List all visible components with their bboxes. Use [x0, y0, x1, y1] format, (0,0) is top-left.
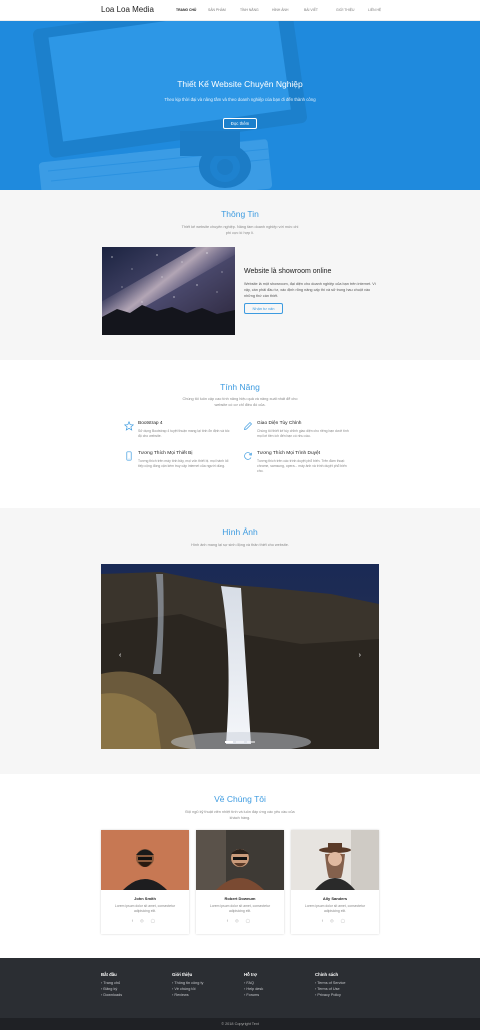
footer-link[interactable]: › Privacy Policy: [315, 992, 346, 998]
footer-column: Chính sách › Terms of Service › Terms of…: [315, 972, 346, 998]
social-icons[interactable]: f ◎ ◯: [291, 918, 379, 923]
waterfall-image: [101, 564, 379, 749]
feature-desc: Tương thích trên các trình duyệt phổ biế…: [257, 459, 347, 473]
footer-column: Giới thiệu › Thông tin công ty › Về chún…: [172, 972, 203, 998]
hero-background-image: [0, 21, 480, 190]
feature-desc: Chúng tôi thiết kế tùy chỉnh giao diện c…: [257, 429, 349, 438]
milky-way-image: [102, 247, 235, 335]
features-subtitle: Chúng tôi luôn cập cao tính năng hiệu qu…: [182, 397, 298, 407]
hero-title: Thiết Kế Website Chuyên Nghiệp: [177, 79, 303, 89]
member-photo: [101, 830, 189, 890]
footer-column-title: Bắt đầu: [101, 972, 117, 977]
member-desc: Lorem ipsum dolor sit amet, consectetur …: [304, 904, 366, 913]
footer-column-title: Giới thiệu: [172, 972, 193, 977]
nav-menu: Trang chủ Sản phẩm Tính năng Hình ảnh Bà…: [176, 8, 400, 12]
member-name: John Smith: [134, 896, 156, 901]
brand-logo[interactable]: Loa Loa Media: [101, 5, 154, 14]
footer-link[interactable]: › Reviews: [172, 992, 203, 998]
hero-subtitle: Theo kịp thời đại và nâng tầm và theo do…: [164, 97, 316, 102]
gallery-title: Hình Ảnh: [222, 527, 258, 537]
info-subtitle: Thiết kế website chuyên nghiệp. Nâng tầm…: [181, 225, 299, 235]
footer: Bắt đầu › Trang chủ › Đăng ký › Download…: [0, 958, 480, 1018]
mobile-icon: [126, 451, 132, 461]
footer-column-title: Chính sách: [315, 972, 339, 977]
member-name: Ally Sanders: [322, 896, 348, 901]
carousel-indicator[interactable]: [225, 741, 233, 743]
team-card: John Smith Lorem ipsum dolor sit amet, c…: [101, 830, 189, 934]
consult-button[interactable]: Nhận tư vấn: [244, 303, 283, 314]
team-card: Ally Sanders Lorem ipsum dolor sit amet,…: [291, 830, 379, 934]
features-title: Tính Năng: [220, 382, 260, 392]
info-heading: Website là showroom online: [244, 268, 332, 275]
footer-link[interactable]: › Downloads: [101, 992, 122, 998]
read-more-button[interactable]: Đọc thêm: [223, 118, 257, 129]
footer-link[interactable]: › Forums: [244, 992, 263, 998]
team-subtitle: Đội ngũ kỹ thuật viên nhiệt tình và luôn…: [185, 810, 295, 820]
nav-item-products[interactable]: Sản phẩm: [208, 8, 240, 12]
social-icons[interactable]: f ◎ ◯: [196, 918, 284, 923]
member-photo: [291, 830, 379, 890]
footer-column: Bắt đầu › Trang chủ › Đăng ký › Download…: [101, 972, 122, 998]
feature-title: Giao Diện Tùy Chỉnh: [257, 421, 302, 426]
carousel-indicator[interactable]: [236, 741, 244, 743]
navbar: Loa Loa Media Trang chủ Sản phẩm Tính nă…: [0, 0, 480, 21]
info-text: Website là một showroom, đại diện cho do…: [244, 282, 376, 298]
carousel-next-icon[interactable]: ›: [359, 652, 361, 659]
footer-column-title: Hỗ trợ: [244, 972, 258, 977]
team-title: Về Chúng Tôi: [214, 794, 266, 804]
footer-column: Hỗ trợ › FAQ › Help desk › Forums: [244, 972, 263, 998]
nav-item-gallery[interactable]: Hình ảnh: [272, 8, 304, 12]
carousel-indicator[interactable]: [247, 741, 255, 743]
copyright: © 2018 Copyright Text: [0, 1018, 480, 1030]
member-name: Robert Downum: [224, 896, 256, 901]
social-icons[interactable]: f ◎ ◯: [101, 918, 189, 923]
feature-title: Tương Thích Mọi Trình Duyệt: [257, 451, 321, 456]
star-icon: [124, 421, 134, 431]
member-photo: [196, 830, 284, 890]
feature-title: Tương Thích Mọi Thiết Bị: [138, 451, 193, 456]
gallery-subtitle: Hình ảnh mang lại sự sinh động và thân t…: [191, 543, 289, 547]
member-desc: Lorem ipsum dolor sit amet, consectetur …: [209, 904, 271, 913]
nav-item-about[interactable]: Giới thiệu: [336, 8, 368, 12]
feature-desc: Sử dụng Bootstrap 4 tuyệt thuận mang lại…: [138, 429, 230, 438]
pencil-icon: [244, 422, 252, 430]
hero-banner: Thiết Kế Website Chuyên Nghiệp Theo kịp …: [0, 21, 480, 190]
refresh-icon: [244, 452, 252, 460]
gallery-carousel[interactable]: ‹ ›: [101, 564, 379, 749]
info-title: Thông Tin: [221, 209, 259, 219]
feature-desc: Tương thích trên máy tính bảy, mọi vốn t…: [138, 459, 229, 468]
feature-title: Bootstrap 4: [138, 421, 163, 426]
carousel-indicators: [101, 741, 379, 743]
nav-item-features[interactable]: Tính năng: [240, 8, 272, 12]
nav-item-home[interactable]: Trang chủ: [176, 8, 208, 12]
carousel-prev-icon[interactable]: ‹: [119, 652, 121, 659]
nav-item-posts[interactable]: Bài viết: [304, 8, 336, 12]
nav-item-contact[interactable]: Liên hệ: [368, 8, 400, 12]
member-desc: Lorem ipsum dolor sit amet, consectetur …: [114, 904, 176, 913]
team-card: Robert Downum Lorem ipsum dolor sit amet…: [196, 830, 284, 934]
